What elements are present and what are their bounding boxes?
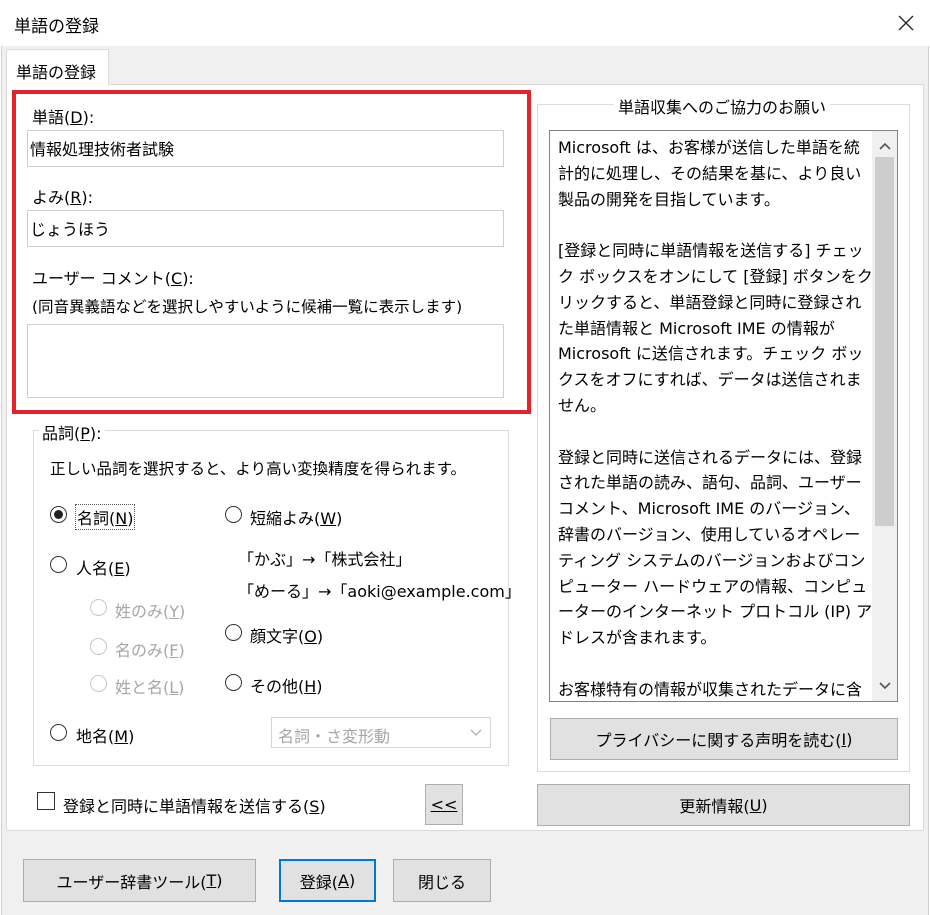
noun-radio[interactable] xyxy=(50,506,67,523)
window-close-button[interactable] xyxy=(884,4,928,42)
info-paragraph: [登録と同時に単語情報を送信する] チェック ボックスをオンにして [登録] ボ… xyxy=(558,241,873,415)
chevron-down-icon xyxy=(470,729,482,736)
other-radio[interactable] xyxy=(225,674,242,691)
scroll-thumb[interactable] xyxy=(875,157,894,526)
reading-label: よみ(R): xyxy=(32,188,94,207)
noun-label[interactable]: 名詞(N) xyxy=(74,504,136,530)
given-name-radio[interactable] xyxy=(90,638,107,655)
full-name-label[interactable]: 姓と名(L) xyxy=(115,674,184,698)
register-button[interactable]: 登録(A) xyxy=(279,859,376,902)
info-textbox[interactable]: Microsoft は、お客様が送信した単語を統計的に処理し、その結果を基に、よ… xyxy=(549,130,898,702)
given-name-label[interactable]: 名のみ(F) xyxy=(115,637,185,661)
pos-group-label: 品詞(P): xyxy=(39,420,105,444)
tab-register-word[interactable]: 単語の登録 xyxy=(6,49,109,85)
word-input[interactable]: 情報処理技術者試験 xyxy=(27,130,504,167)
abbrev-radio[interactable] xyxy=(225,506,242,523)
collapse-panel-button[interactable]: << xyxy=(425,784,463,825)
comment-input[interactable] xyxy=(27,324,504,398)
info-text: Microsoft は、お客様が送信した単語を統計的に処理し、その結果を基に、よ… xyxy=(558,135,874,701)
surname-label[interactable]: 姓のみ(Y) xyxy=(115,598,185,622)
person-radio[interactable] xyxy=(50,556,67,573)
info-paragraph: お客様特有の情報が収集されたデータに含まれることがあります。このような情報が存在… xyxy=(558,679,863,699)
chevron-down-icon xyxy=(878,682,891,690)
place-radio[interactable] xyxy=(50,724,67,741)
window-title: 単語の登録 xyxy=(14,17,99,37)
pos-subtype-dropdown[interactable]: 名詞・さ変形動 xyxy=(271,717,491,748)
info-paragraph: Microsoft は、お客様が送信した単語を統計的に処理し、その結果を基に、よ… xyxy=(558,138,862,209)
info-group-label: 単語収集へのご協力のお願い xyxy=(614,94,831,118)
full-name-radio[interactable] xyxy=(90,675,107,692)
update-info-button[interactable]: 更新情報(U) xyxy=(537,784,910,826)
scroll-up-button[interactable] xyxy=(872,135,897,157)
close-button[interactable]: 閉じる xyxy=(393,859,491,902)
scroll-down-button[interactable] xyxy=(872,675,897,697)
send-word-info-checkbox[interactable] xyxy=(37,792,55,810)
comment-label: ユーザー コメント(C): xyxy=(32,269,194,288)
privacy-statement-button[interactable]: プライバシーに関する声明を読む(I) xyxy=(550,718,898,760)
person-label[interactable]: 人名(E) xyxy=(76,555,131,579)
chevron-up-icon xyxy=(878,142,891,150)
info-paragraph: 登録と同時に送信されるデータには、登録された単語の読み、語句、品詞、ユーザー コ… xyxy=(558,447,873,648)
word-label: 単語(D): xyxy=(32,108,95,127)
comment-hint: (同音異義語などを選択しやすいように候補一覧に表示します) xyxy=(32,298,463,316)
abbrev-example-1: 「かぶ」→「株式会社」 xyxy=(238,550,412,569)
emoticon-label[interactable]: 顔文字(O) xyxy=(250,623,323,647)
send-word-info-label[interactable]: 登録と同時に単語情報を送信する(S) xyxy=(63,793,326,817)
user-dictionary-tool-button[interactable]: ユーザー辞書ツール(T) xyxy=(23,859,256,902)
surname-radio[interactable] xyxy=(90,599,107,616)
info-scrollbar[interactable] xyxy=(872,131,897,701)
title-bar xyxy=(0,0,930,46)
emoticon-radio[interactable] xyxy=(225,624,242,641)
pos-subtype-value: 名詞・さ変形動 xyxy=(278,727,391,746)
place-label[interactable]: 地名(M) xyxy=(76,723,134,747)
close-icon xyxy=(898,15,914,31)
abbrev-label[interactable]: 短縮よみ(W) xyxy=(250,505,342,529)
pos-description: 正しい品詞を選択すると、より高い変換精度を得られます。 xyxy=(50,460,467,478)
other-label[interactable]: その他(H) xyxy=(250,673,323,697)
abbrev-example-2: 「めーる」→「aoki@example.com」 xyxy=(238,582,521,601)
reading-input[interactable]: じょうほう xyxy=(27,210,504,247)
